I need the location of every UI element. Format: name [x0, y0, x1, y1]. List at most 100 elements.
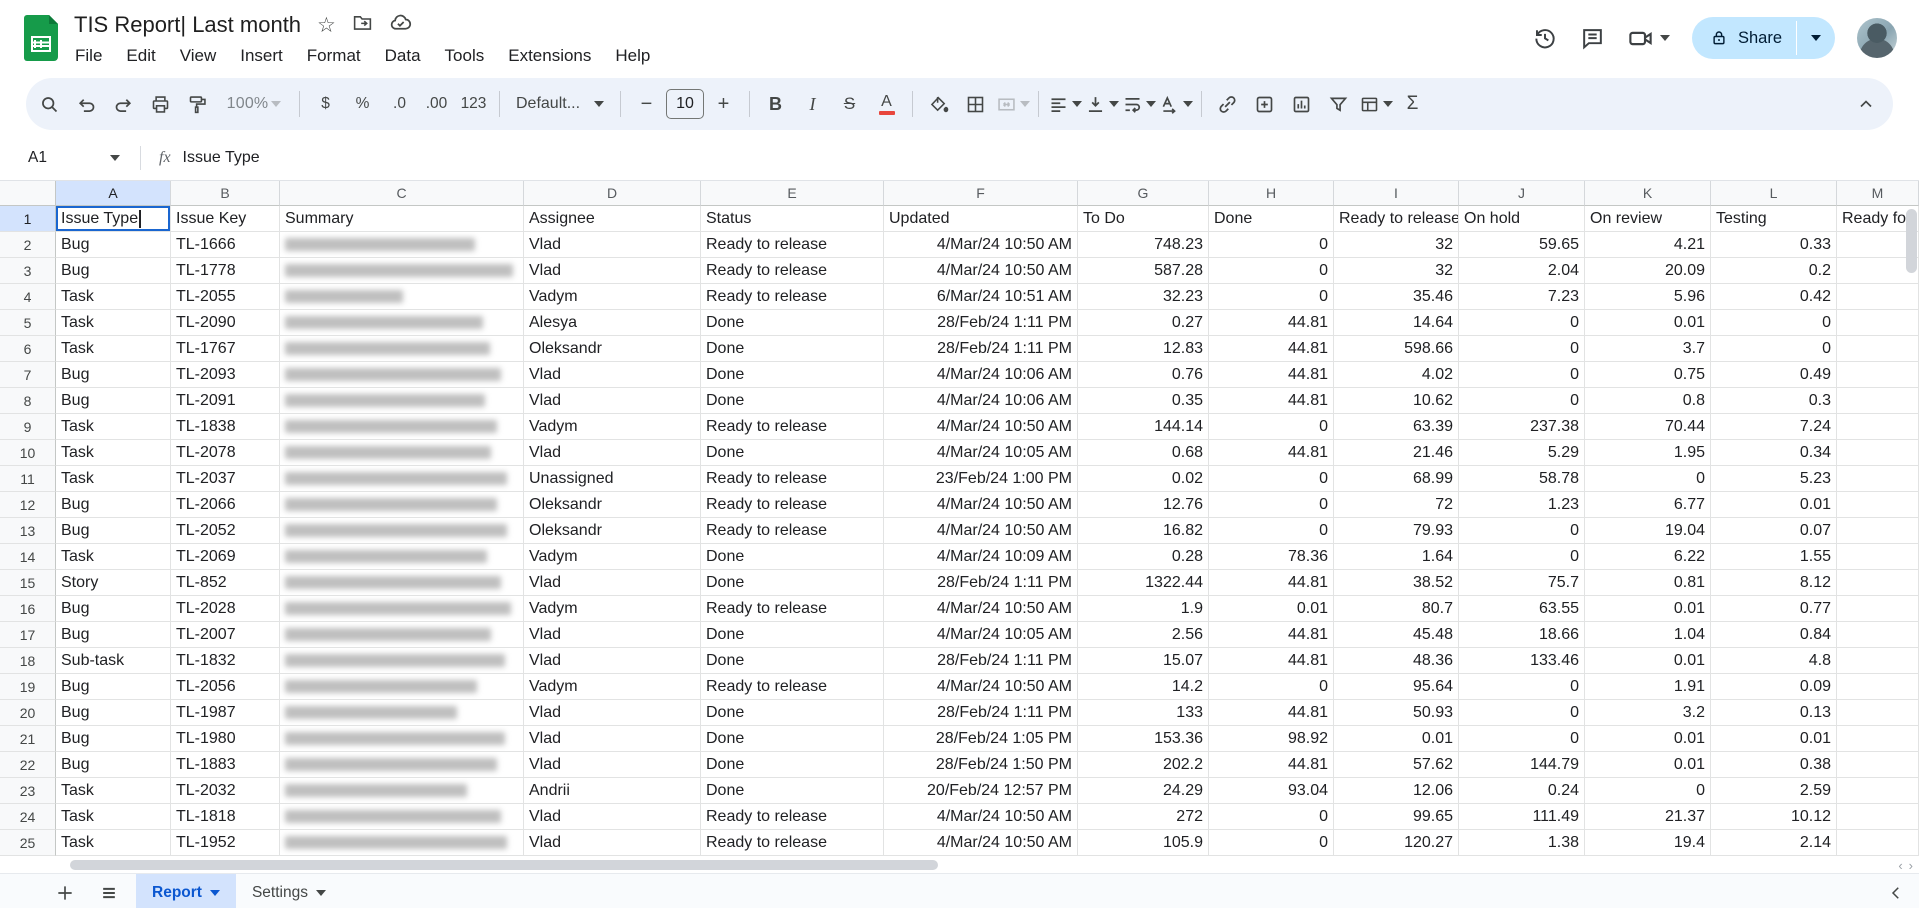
cell-H23[interactable]: 93.04: [1209, 778, 1334, 804]
cell-K12[interactable]: 6.77: [1585, 492, 1711, 518]
cell-G13[interactable]: 16.82: [1078, 518, 1209, 544]
cell-H10[interactable]: 44.81: [1209, 440, 1334, 466]
cell-A17[interactable]: Bug: [56, 622, 171, 648]
cell-F4[interactable]: 6/Mar/24 10:51 AM: [884, 284, 1078, 310]
cloud-saved-icon[interactable]: [389, 11, 412, 39]
column-header-B[interactable]: B: [171, 181, 280, 206]
column-header-E[interactable]: E: [701, 181, 884, 206]
cell-B19[interactable]: TL-2056: [171, 674, 280, 700]
cell-L2[interactable]: 0.33: [1711, 232, 1837, 258]
cell-E10[interactable]: Done: [701, 440, 884, 466]
cell-I17[interactable]: 45.48: [1334, 622, 1459, 648]
cell-C21[interactable]: [280, 726, 524, 752]
cell-G8[interactable]: 0.35: [1078, 388, 1209, 414]
cell-F7[interactable]: 4/Mar/24 10:06 AM: [884, 362, 1078, 388]
cell-K4[interactable]: 5.96: [1585, 284, 1711, 310]
cell-C11[interactable]: [280, 466, 524, 492]
cell-I1[interactable]: Ready to release: [1334, 206, 1459, 232]
cell-M23[interactable]: [1837, 778, 1919, 804]
cell-B15[interactable]: TL-852: [171, 570, 280, 596]
cell-E14[interactable]: Done: [701, 544, 884, 570]
cell-L19[interactable]: 0.09: [1711, 674, 1837, 700]
cell-F11[interactable]: 23/Feb/24 1:00 PM: [884, 466, 1078, 492]
cell-G1[interactable]: To Do: [1078, 206, 1209, 232]
cell-C2[interactable]: [280, 232, 524, 258]
row-number-16[interactable]: 16: [0, 596, 56, 622]
cell-G16[interactable]: 1.9: [1078, 596, 1209, 622]
cell-J2[interactable]: 59.65: [1459, 232, 1585, 258]
cell-A13[interactable]: Bug: [56, 518, 171, 544]
cell-F24[interactable]: 4/Mar/24 10:50 AM: [884, 804, 1078, 830]
cell-K14[interactable]: 6.22: [1585, 544, 1711, 570]
cell-F18[interactable]: 28/Feb/24 1:11 PM: [884, 648, 1078, 674]
merge-dropdown-caret[interactable]: [1020, 101, 1030, 107]
cell-B4[interactable]: TL-2055: [171, 284, 280, 310]
cell-J3[interactable]: 2.04: [1459, 258, 1585, 284]
cell-A4[interactable]: Task: [56, 284, 171, 310]
cell-D2[interactable]: Vlad: [524, 232, 701, 258]
cell-L8[interactable]: 0.3: [1711, 388, 1837, 414]
cell-D22[interactable]: Vlad: [524, 752, 701, 778]
scroll-right-icon[interactable]: ›: [1909, 858, 1913, 873]
cell-K23[interactable]: 0: [1585, 778, 1711, 804]
cell-E22[interactable]: Done: [701, 752, 884, 778]
cell-B11[interactable]: TL-2037: [171, 466, 280, 492]
cell-H22[interactable]: 44.81: [1209, 752, 1334, 778]
cell-G3[interactable]: 587.28: [1078, 258, 1209, 284]
cell-F14[interactable]: 4/Mar/24 10:09 AM: [884, 544, 1078, 570]
cell-B12[interactable]: TL-2066: [171, 492, 280, 518]
column-header-F[interactable]: F: [884, 181, 1078, 206]
cell-M20[interactable]: [1837, 700, 1919, 726]
row-number-19[interactable]: 19: [0, 674, 56, 700]
cell-H19[interactable]: 0: [1209, 674, 1334, 700]
row-number-10[interactable]: 10: [0, 440, 56, 466]
cell-E15[interactable]: Done: [701, 570, 884, 596]
menu-item-format[interactable]: Format: [298, 43, 370, 69]
cell-L13[interactable]: 0.07: [1711, 518, 1837, 544]
cell-I5[interactable]: 14.64: [1334, 310, 1459, 336]
cell-K3[interactable]: 20.09: [1585, 258, 1711, 284]
cell-J19[interactable]: 0: [1459, 674, 1585, 700]
cell-K20[interactable]: 3.2: [1585, 700, 1711, 726]
cell-C24[interactable]: [280, 804, 524, 830]
cell-H1[interactable]: Done: [1209, 206, 1334, 232]
vertical-align-button[interactable]: [1084, 86, 1119, 122]
cell-J4[interactable]: 7.23: [1459, 284, 1585, 310]
cell-I7[interactable]: 4.02: [1334, 362, 1459, 388]
menu-item-data[interactable]: Data: [376, 43, 430, 69]
cell-K17[interactable]: 1.04: [1585, 622, 1711, 648]
cell-L23[interactable]: 2.59: [1711, 778, 1837, 804]
cell-M12[interactable]: [1837, 492, 1919, 518]
cell-L20[interactable]: 0.13: [1711, 700, 1837, 726]
cell-D3[interactable]: Vlad: [524, 258, 701, 284]
sheet-tab-settings[interactable]: Settings: [236, 874, 342, 908]
cell-F9[interactable]: 4/Mar/24 10:50 AM: [884, 414, 1078, 440]
cell-G12[interactable]: 12.76: [1078, 492, 1209, 518]
menu-item-edit[interactable]: Edit: [117, 43, 164, 69]
cell-G9[interactable]: 144.14: [1078, 414, 1209, 440]
name-box[interactable]: A1: [14, 149, 132, 167]
cell-H4[interactable]: 0: [1209, 284, 1334, 310]
cell-K24[interactable]: 21.37: [1585, 804, 1711, 830]
cell-G15[interactable]: 1322.44: [1078, 570, 1209, 596]
cell-E3[interactable]: Ready to release: [701, 258, 884, 284]
cell-J23[interactable]: 0.24: [1459, 778, 1585, 804]
merge-cells-button[interactable]: [995, 86, 1030, 122]
cell-F19[interactable]: 4/Mar/24 10:50 AM: [884, 674, 1078, 700]
cell-B2[interactable]: TL-1666: [171, 232, 280, 258]
cell-D12[interactable]: Oleksandr: [524, 492, 701, 518]
cell-A16[interactable]: Bug: [56, 596, 171, 622]
cell-B8[interactable]: TL-2091: [171, 388, 280, 414]
cell-B21[interactable]: TL-1980: [171, 726, 280, 752]
cell-G23[interactable]: 24.29: [1078, 778, 1209, 804]
cell-L24[interactable]: 10.12: [1711, 804, 1837, 830]
cell-A5[interactable]: Task: [56, 310, 171, 336]
cell-I23[interactable]: 12.06: [1334, 778, 1459, 804]
cell-A9[interactable]: Task: [56, 414, 171, 440]
cell-B24[interactable]: TL-1818: [171, 804, 280, 830]
column-header-J[interactable]: J: [1459, 181, 1585, 206]
cell-M14[interactable]: [1837, 544, 1919, 570]
row-number-23[interactable]: 23: [0, 778, 56, 804]
cell-G10[interactable]: 0.68: [1078, 440, 1209, 466]
cell-F3[interactable]: 4/Mar/24 10:50 AM: [884, 258, 1078, 284]
